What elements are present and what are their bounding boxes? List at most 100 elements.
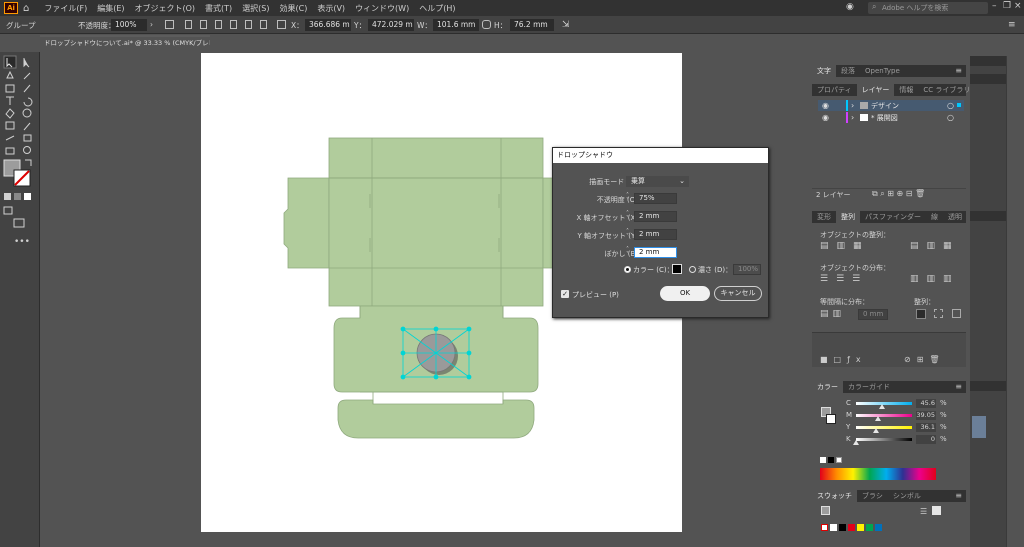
tab-info[interactable]: 情報: [894, 84, 918, 96]
panel-menu-icon[interactable]: ≡: [955, 381, 962, 393]
color-slider-k[interactable]: K 0%: [846, 435, 966, 445]
x-offset-spinner-icon[interactable]: ˄ ˅: [626, 211, 632, 222]
tab-cc-libraries[interactable]: CC ライブラリ: [918, 84, 975, 96]
bottom-flap[interactable]: [337, 399, 535, 439]
color-slider-c[interactable]: C 45.6%: [846, 399, 966, 409]
tab-character[interactable]: 文字: [812, 65, 836, 77]
slider-value[interactable]: 45.6: [916, 399, 936, 408]
blend-mode-select[interactable]: 乗算 ⌄: [626, 176, 689, 187]
align-panel-tabs: 変形 整列 パスファインダー 線 透明: [812, 211, 966, 223]
scrollbar[interactable]: [1006, 56, 1024, 547]
slider-value[interactable]: 0: [916, 435, 936, 444]
preview-label[interactable]: プレビュー (P): [572, 290, 619, 300]
slider-thumb[interactable]: [853, 440, 859, 445]
selection-guides: [402, 328, 470, 378]
slider-track[interactable]: [856, 414, 912, 417]
layer-row-design[interactable]: ◉ › デザイン ○: [818, 100, 964, 111]
tab-properties[interactable]: プロパティ: [812, 84, 857, 96]
collapsed-panels-strip: [970, 56, 1024, 547]
align-to-selection-button[interactable]: [934, 309, 943, 318]
opacity-spinner-icon[interactable]: ˄ ˅: [626, 193, 632, 204]
slider-thumb[interactable]: [878, 404, 885, 409]
align-to-key-object-button[interactable]: [916, 309, 926, 319]
color-stroke-swatch[interactable]: [826, 414, 836, 424]
white-swatch[interactable]: [836, 457, 842, 463]
slider-value[interactable]: 39.05: [916, 411, 936, 420]
collapsed-panel-icon[interactable]: [972, 416, 986, 438]
darkness-radio[interactable]: [689, 266, 696, 273]
preview-checkbox[interactable]: ✓: [561, 290, 569, 298]
distribute-horizontal-buttons[interactable]: ▥▥▥: [910, 274, 960, 284]
x-offset-field[interactable]: 2 mm: [634, 211, 677, 222]
layer-tools-icons[interactable]: ⧉ ⌕ ⊞ ⊕ ⊟ 🗑: [872, 189, 925, 199]
shadow-color-swatch[interactable]: [672, 264, 682, 274]
tab-color-guide[interactable]: カラーガイド: [843, 381, 895, 393]
distribute-object-buttons[interactable]: ☰☰☰: [820, 274, 868, 284]
slider-track[interactable]: [856, 438, 912, 441]
slider-thumb[interactable]: [873, 428, 880, 433]
layer-color-design: [846, 100, 848, 111]
slider-thumb[interactable]: [874, 416, 881, 421]
slider-label: K: [846, 435, 851, 443]
grid-view-icon[interactable]: [932, 506, 941, 515]
tab-opentype[interactable]: OpenType: [860, 65, 905, 77]
tab-transparency[interactable]: 透明: [943, 211, 967, 223]
layer-row-dieline[interactable]: ◉ › * 展開図 ○: [818, 112, 964, 123]
distribute-spacing-buttons[interactable]: ▤▥: [820, 309, 845, 319]
align-object-buttons[interactable]: ▤▥▦: [820, 241, 870, 251]
tab-transform[interactable]: 変形: [812, 211, 836, 223]
eye-icon[interactable]: ◉: [822, 113, 829, 122]
box-side-panel[interactable]: [328, 177, 544, 307]
list-view-icon[interactable]: ☰: [920, 507, 927, 516]
tab-pathfinder[interactable]: パスファインダー: [860, 211, 926, 223]
tab-brushes[interactable]: ブラシ: [857, 490, 888, 502]
target-icon[interactable]: ○: [947, 113, 954, 122]
tab-symbols[interactable]: シンボル: [888, 490, 926, 502]
cancel-button[interactable]: キャンセル: [714, 286, 762, 301]
black-swatch[interactable]: [828, 457, 834, 463]
align-to-artboard-button[interactable]: [952, 309, 961, 318]
color-radio[interactable]: [624, 266, 631, 273]
tab-layers[interactable]: レイヤー: [856, 84, 895, 96]
ok-button[interactable]: OK: [660, 286, 710, 301]
y-offset-field[interactable]: 2 mm: [634, 229, 677, 240]
appearance-buttons[interactable]: ■□ƒx: [820, 355, 867, 364]
darkness-radio-label[interactable]: 濃さ (D)：: [698, 265, 732, 275]
align-vertical-buttons[interactable]: ▤▥▦: [910, 241, 960, 251]
left-side-flap[interactable]: [283, 177, 330, 269]
layer-thumbnail: [860, 114, 868, 121]
top-flap[interactable]: [328, 137, 544, 179]
slider-value[interactable]: 36.1: [916, 423, 936, 432]
color-slider-m[interactable]: M 39.05%: [846, 411, 966, 421]
panel-menu-icon[interactable]: ≡: [955, 65, 962, 77]
tab-stroke[interactable]: 線: [926, 211, 943, 223]
layer-name-dieline[interactable]: * 展開図: [871, 113, 898, 123]
layer-color-dieline: [846, 112, 848, 123]
swatch-fill-preview[interactable]: [821, 506, 830, 515]
tab-swatches[interactable]: スウォッチ: [812, 490, 857, 502]
layer-name-design[interactable]: デザイン: [871, 101, 899, 111]
swatch-row[interactable]: [821, 524, 882, 531]
opacity-field[interactable]: 75%: [634, 193, 677, 204]
y-offset-spinner-icon[interactable]: ˄ ˅: [626, 229, 632, 240]
none-swatch[interactable]: [820, 457, 826, 463]
appearance-tools-icons[interactable]: ⊘⊞🗑: [904, 355, 946, 364]
color-radio-label[interactable]: カラー (C)：: [633, 265, 674, 275]
blur-field[interactable]: 2 mm: [634, 247, 677, 258]
distribute-spacing-input[interactable]: 0 mm: [858, 309, 888, 320]
expand-arrow-icon[interactable]: ›: [851, 113, 854, 122]
target-icon[interactable]: ○: [947, 101, 954, 110]
tab-paragraph[interactable]: 段落: [836, 65, 860, 77]
selection-indicator[interactable]: [957, 103, 961, 107]
color-spectrum[interactable]: [820, 468, 936, 480]
blur-spinner-icon[interactable]: ˄ ˅: [626, 247, 632, 258]
slider-track[interactable]: [856, 426, 912, 429]
tab-align[interactable]: 整列: [836, 211, 860, 223]
color-slider-y[interactable]: Y 36.1%: [846, 423, 966, 433]
eye-icon[interactable]: ◉: [822, 101, 829, 110]
tab-color[interactable]: カラー: [812, 381, 843, 393]
drop-shadow-dialog: ドロップシャドウ 描画モード (M)： 乗算 ⌄ 不透明度 (O)： ˄ ˅ 75%…: [552, 147, 769, 318]
darkness-field[interactable]: 100%: [733, 264, 761, 275]
expand-arrow-icon[interactable]: ›: [851, 101, 854, 110]
panel-menu-icon[interactable]: ≡: [955, 490, 962, 502]
